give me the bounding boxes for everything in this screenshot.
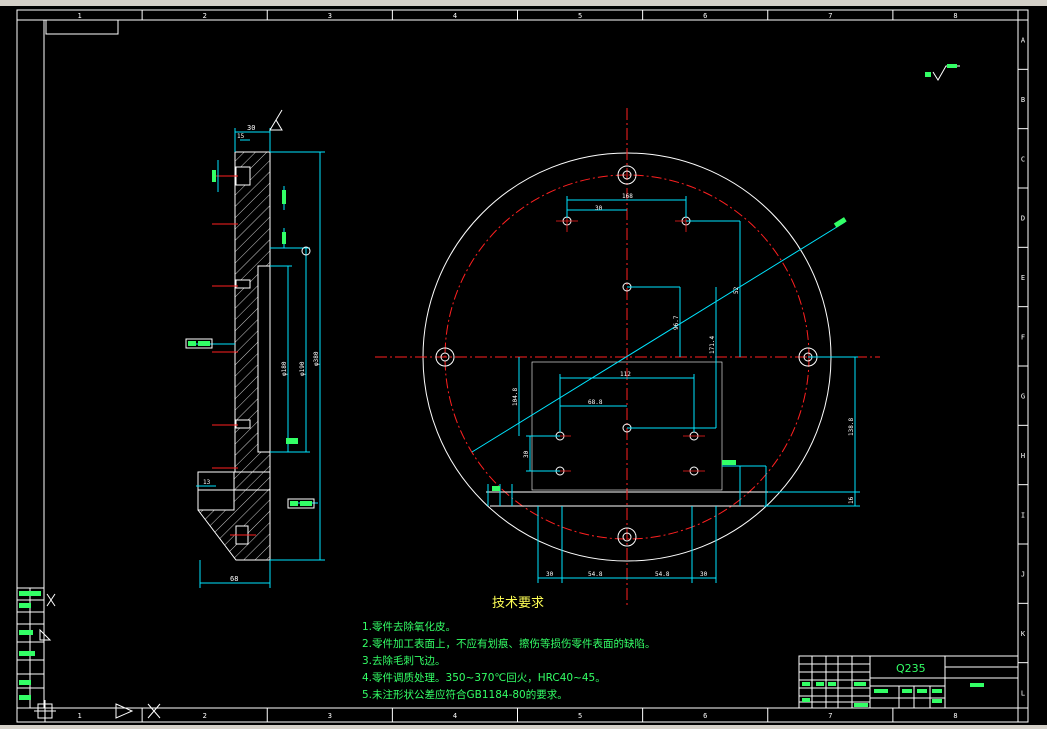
column-zone-label: 2 bbox=[203, 12, 207, 20]
tech-line-4: 4.零件调质处理。350~370℃回火，HRC40~45。 bbox=[362, 672, 606, 684]
column-zone-label: 4 bbox=[453, 712, 457, 720]
dim-side-d180: φ180 bbox=[281, 361, 288, 376]
column-zone-label: 7 bbox=[828, 712, 832, 720]
dim-30-left: 30 bbox=[523, 450, 530, 458]
dim-52: 52 bbox=[733, 286, 740, 294]
dim-68-8: 68.8 bbox=[588, 399, 603, 406]
row-zone-label: A bbox=[1021, 37, 1026, 45]
cad-drawing: 1122334455667788 ABCDEFGHIJKL 30 15 68 1… bbox=[16, 9, 1029, 723]
corner-box bbox=[45, 19, 119, 35]
column-zone-label: 7 bbox=[828, 12, 832, 20]
row-zone-label: B bbox=[1021, 96, 1025, 104]
column-zone-label: 5 bbox=[578, 12, 582, 20]
column-zone-label: 3 bbox=[328, 712, 332, 720]
row-zone-ticks: A B C D E F G H I J K L bbox=[1018, 37, 1028, 697]
row-zone-label: I bbox=[1021, 511, 1025, 519]
column-zone-ticks: 1122334455667788 bbox=[77, 10, 958, 722]
dim-168: 168 bbox=[622, 193, 633, 200]
row-zone-label: G bbox=[1021, 393, 1025, 401]
dim-104-8: 104.8 bbox=[512, 388, 519, 406]
material-label: Q235 bbox=[896, 662, 926, 675]
dim-30-bottom-left: 30 bbox=[546, 571, 554, 578]
column-zone-label: 1 bbox=[77, 12, 81, 20]
column-zone-label: 6 bbox=[703, 712, 707, 720]
dim-54-8-right: 54.8 bbox=[655, 571, 670, 578]
dim-171-4: 171.4 bbox=[709, 336, 716, 354]
column-zone-label: 8 bbox=[953, 12, 957, 20]
column-zone-label: 3 bbox=[328, 12, 332, 20]
dim-96-7: 96.7 bbox=[673, 315, 680, 330]
roughness-symbol bbox=[925, 64, 960, 81]
column-zone-label: 5 bbox=[578, 712, 582, 720]
column-zone-label: 4 bbox=[453, 12, 457, 20]
row-zone-label: H bbox=[1021, 452, 1025, 460]
outer-frame bbox=[16, 9, 1029, 723]
dim-54-8-left: 54.8 bbox=[588, 571, 603, 578]
dim-side-68: 68 bbox=[230, 575, 238, 583]
dim-16: 16 bbox=[848, 496, 855, 504]
column-zone-label: 2 bbox=[203, 712, 207, 720]
origin-marker bbox=[34, 700, 161, 722]
column-zone-label: 6 bbox=[703, 12, 707, 20]
column-zone-label: 1 bbox=[77, 712, 81, 720]
tech-requirements-title: 技术要求 bbox=[492, 596, 545, 611]
left-strip bbox=[16, 587, 56, 709]
column-zone-label: 8 bbox=[953, 712, 957, 720]
dim-side-30: 30 bbox=[247, 124, 255, 132]
side-section-view: 30 15 68 13 φ180 φ190 φ380 bbox=[185, 109, 325, 588]
tech-line-1: 1.零件去除氧化皮。 bbox=[362, 621, 457, 633]
dim-side-15: 15 bbox=[237, 133, 245, 140]
row-zone-label: F bbox=[1021, 333, 1025, 341]
dim-side-d190: φ190 bbox=[299, 361, 306, 376]
dim-30-top: 30 bbox=[595, 205, 603, 212]
dim-112: 112 bbox=[620, 371, 631, 378]
dim-side-13: 13 bbox=[203, 479, 211, 486]
row-zone-label: J bbox=[1021, 571, 1025, 579]
dim-side-d380: φ380 bbox=[313, 351, 320, 366]
dim-138-8: 138.8 bbox=[848, 418, 855, 436]
dim-30-bottom-right: 30 bbox=[700, 571, 708, 578]
window-bottom-bar bbox=[0, 725, 1047, 729]
row-zone-label: C bbox=[1021, 155, 1025, 163]
row-zone-label: D bbox=[1021, 215, 1025, 223]
tech-line-5: 5.未注形状公差应符合GB1184-80的要求。 bbox=[362, 689, 568, 701]
tech-line-2: 2.零件加工表面上，不应有划痕、擦伤等损伤零件表面的缺陷。 bbox=[362, 638, 656, 650]
row-zone-label: K bbox=[1021, 630, 1026, 638]
row-zone-label: E bbox=[1021, 274, 1025, 282]
row-zone-label: L bbox=[1021, 689, 1025, 697]
tech-line-3: 3.去除毛刺飞边。 bbox=[362, 655, 446, 667]
front-view: 30 168 112 68.8 30 104.8 54.8 54.8 30 30… bbox=[375, 108, 880, 608]
